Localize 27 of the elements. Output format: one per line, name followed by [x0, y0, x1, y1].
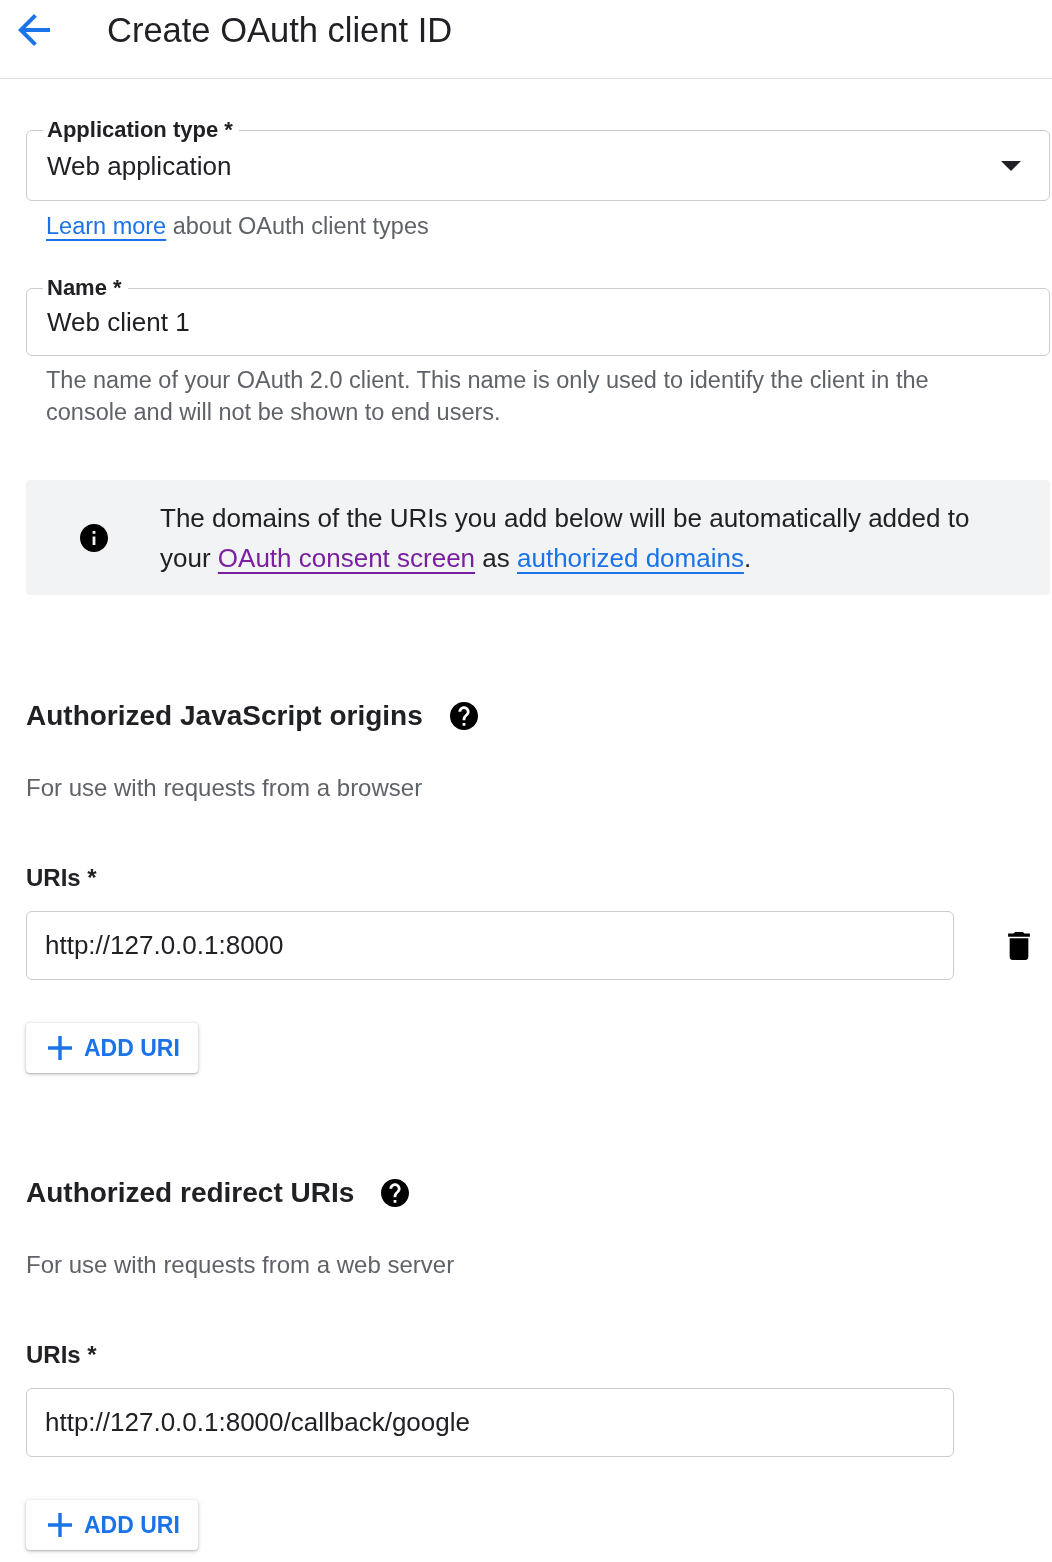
arrow-left-icon[interactable] — [18, 14, 50, 46]
text-link[interactable]: OAuth consent screen — [217, 542, 476, 573]
help-icon[interactable] — [381, 1179, 410, 1207]
field-label: URIs * — [26, 864, 98, 892]
caret-down-icon — [1001, 161, 1021, 171]
add-uri-button[interactable]: ADD URI — [26, 1500, 198, 1550]
field-label: URIs * — [26, 1341, 98, 1369]
helper-text: Learn more about OAuth client types — [46, 212, 430, 241]
text-link[interactable]: authorized domains — [517, 542, 744, 573]
uri-input[interactable]: http://127.0.0.1:8000/callback/google — [26, 1388, 954, 1457]
trash-icon[interactable] — [1008, 931, 1030, 960]
helper-text: The name of your OAuth 2.0 client. This name is only used to identify the client in the console and will not be shown to end users. — [46, 366, 930, 427]
section-title: Authorized redirect URIs — [26, 1176, 355, 1210]
uri-input[interactable]: http://127.0.0.1:8000 — [26, 911, 954, 980]
info-icon — [80, 523, 108, 552]
section-title: Authorized JavaScript origins — [26, 699, 423, 733]
text-link[interactable]: Learn more — [46, 213, 167, 239]
field-label: Application type * — [46, 117, 234, 143]
plus-icon — [48, 1036, 72, 1060]
add-uri-button[interactable]: ADD URI — [26, 1023, 198, 1073]
page-title: Create OAuth client ID — [107, 10, 453, 51]
section-subtitle: For use with requests from a browser — [26, 774, 424, 802]
field-label: Name * — [46, 275, 123, 301]
help-icon[interactable] — [449, 702, 478, 730]
banner-text: The domains of the URIs you add below will be automatically added to your OAuth consent screen as authorized domains. — [160, 501, 971, 575]
plus-icon — [48, 1513, 72, 1537]
section-subtitle: For use with requests from a web server — [26, 1251, 456, 1279]
